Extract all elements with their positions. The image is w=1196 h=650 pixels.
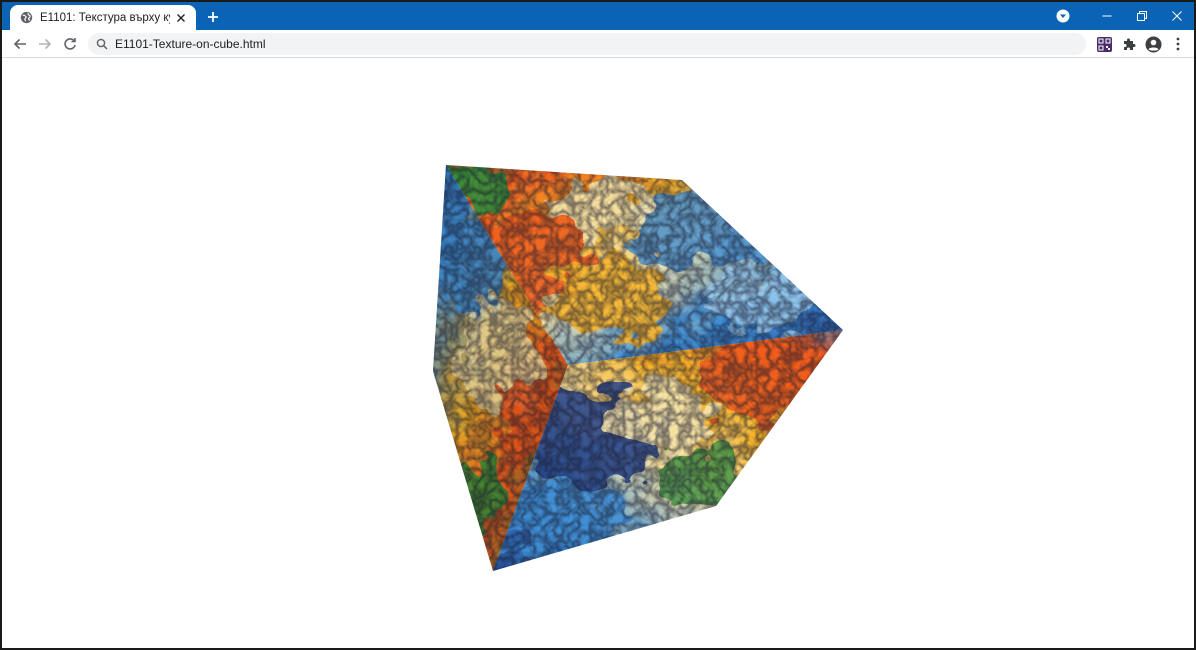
close-icon <box>1171 11 1182 21</box>
tab-close-button[interactable] <box>174 11 188 25</box>
chevron-down-circle-icon <box>1056 9 1070 23</box>
puzzle-icon <box>1124 38 1136 50</box>
address-url: E1101-Texture-on-cube.html <box>115 37 266 51</box>
browser-window: E1101: Текстура върху куб E1101-Texture-… <box>0 0 1196 650</box>
menu-button[interactable] <box>1169 35 1187 53</box>
minimize-button[interactable] <box>1089 2 1124 30</box>
extensions-button[interactable] <box>1120 35 1138 53</box>
forward-arrow-icon <box>39 38 52 50</box>
qr-extension-button[interactable] <box>1095 35 1113 53</box>
tab-search-button[interactable] <box>1055 8 1071 24</box>
window-close-button[interactable] <box>1159 2 1194 30</box>
tab-strip: E1101: Текстура върху куб <box>2 2 1194 30</box>
tab-title: E1101: Текстура върху куб <box>40 11 170 24</box>
back-button[interactable] <box>11 35 29 53</box>
plus-icon <box>208 12 218 22</box>
toolbar: E1101-Texture-on-cube.html <box>2 30 1194 58</box>
profile-button[interactable] <box>1144 35 1162 53</box>
search-icon <box>96 38 108 50</box>
close-icon <box>177 13 185 22</box>
forward-button[interactable] <box>36 35 54 53</box>
account-icon <box>1145 36 1161 52</box>
address-bar[interactable]: E1101-Texture-on-cube.html <box>88 33 1086 55</box>
page-content <box>2 59 1194 650</box>
minimize-icon <box>1102 15 1111 17</box>
back-arrow-icon <box>13 38 26 50</box>
reload-icon <box>64 38 76 50</box>
restore-icon <box>1136 11 1147 21</box>
restore-button[interactable] <box>1124 2 1159 30</box>
kebab-menu-icon <box>1176 37 1180 51</box>
globe-icon <box>20 11 33 24</box>
new-tab-button[interactable] <box>204 8 222 26</box>
webgl-canvas[interactable] <box>2 59 1194 650</box>
reload-button[interactable] <box>61 35 79 53</box>
window-controls <box>1055 2 1194 30</box>
qr-extension-icon <box>1096 36 1112 52</box>
tab-active[interactable]: E1101: Текстура върху куб <box>10 5 196 30</box>
